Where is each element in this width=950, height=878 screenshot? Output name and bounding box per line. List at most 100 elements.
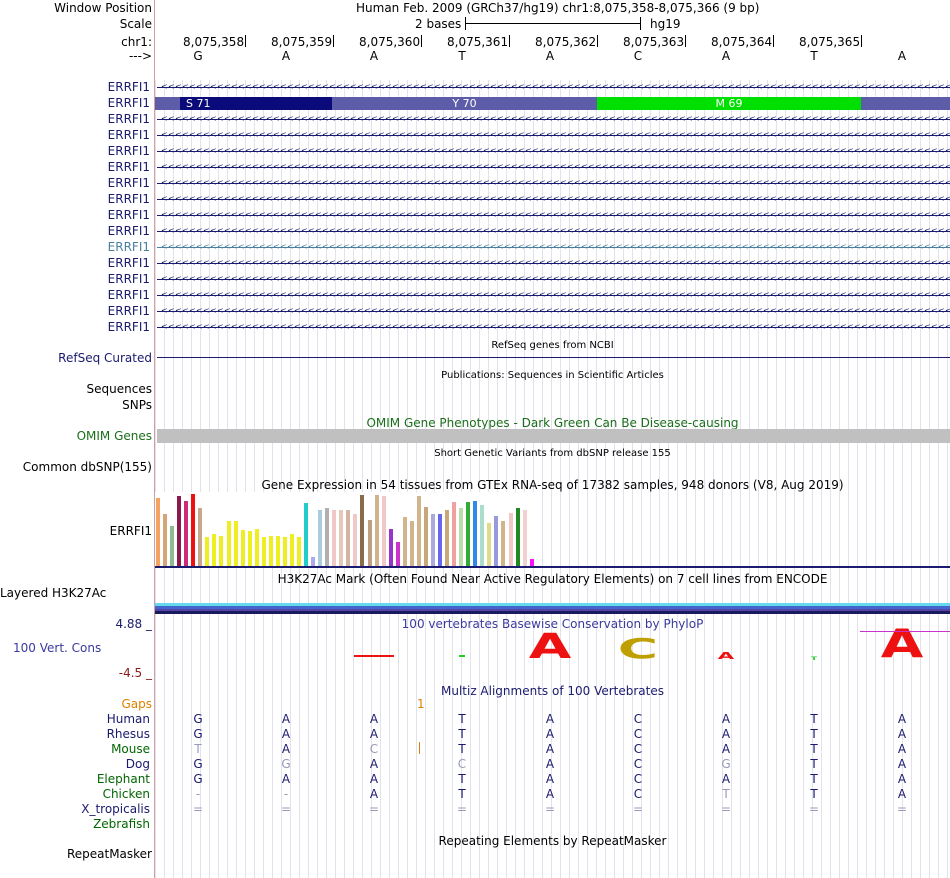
omim-label[interactable]: OMIM Genes	[0, 429, 152, 444]
gaps-label[interactable]: Gaps	[0, 697, 152, 712]
gtex-tissue-bar[interactable]	[254, 529, 259, 566]
gtex-tissue-bar[interactable]	[170, 526, 175, 566]
gtex-tissue-bar[interactable]	[367, 520, 372, 566]
gtex-tissue-bar[interactable]	[452, 502, 457, 566]
gtex-tissue-bar[interactable]	[261, 537, 266, 566]
gtex-tissue-bar[interactable]	[219, 536, 224, 566]
intron-line[interactable]: < < < < < < < < < < < < < < < < < < < < < < < < < < < < < < < < < < < < < < < <…	[157, 147, 950, 155]
refseq-line[interactable]	[157, 357, 950, 358]
gtex-tissue-bar[interactable]	[395, 542, 400, 566]
snps-label[interactable]: SNPs	[0, 398, 152, 413]
gtex-tissue-bar[interactable]	[353, 514, 358, 566]
gtex-tissue-bar[interactable]	[156, 498, 160, 566]
gtex-tissue-bar[interactable]	[304, 503, 308, 566]
gtex-tissue-bar[interactable]	[226, 521, 231, 566]
gtex-tissue-bar[interactable]	[318, 510, 323, 566]
phylop-logo-track[interactable]: ACATA	[155, 625, 950, 664]
gtex-tissue-bar[interactable]	[430, 514, 435, 566]
gencode-gene-label[interactable]: ERRFI1	[108, 304, 150, 319]
intron-line[interactable]: < < < < < < < < < < < < < < < < < < < < < < < < < < < < < < < < < < < < < < < <…	[157, 243, 950, 251]
gtex-tissue-bar[interactable]	[529, 559, 534, 566]
gtex-tissue-bar[interactable]	[240, 530, 245, 566]
gtex-tissue-bar[interactable]	[332, 510, 337, 566]
species-label[interactable]: Elephant	[97, 772, 150, 787]
gtex-tissue-bar[interactable]	[247, 531, 252, 566]
gencode-gene-label[interactable]: ERRFI1	[108, 128, 150, 143]
gtex-tissue-bar[interactable]	[282, 537, 287, 566]
gtex-gene-label[interactable]: ERRFI1	[0, 524, 152, 539]
intron-line[interactable]: < < < < < < < < < < < < < < < < < < < < < < < < < < < < < < < < < < < < < < < <…	[157, 307, 950, 315]
species-label[interactable]: Mouse	[111, 742, 150, 757]
intron-line[interactable]: < < < < < < < < < < < < < < < < < < < < < < < < < < < < < < < < < < < < < < < <…	[157, 115, 950, 123]
gtex-tissue-bar[interactable]	[381, 496, 386, 566]
intron-line[interactable]: < < < < < < < < < < < < < < < < < < < < < < < < < < < < < < < < < < < < < < < <…	[157, 291, 950, 299]
intron-line[interactable]: < < < < < < < < < < < < < < < < < < < < < < < < < < < < < < < < < < < < < < < <…	[157, 227, 950, 235]
intron-line[interactable]: < < < < < < < < < < < < < < < < < < < < < < < < < < < < < < < < < < < < < < < <…	[157, 323, 950, 331]
gtex-tissue-bar[interactable]	[297, 537, 301, 566]
gtex-tissue-bar[interactable]	[268, 536, 273, 566]
gencode-gene-label[interactable]: ERRFI1	[108, 96, 150, 111]
cons-track-label[interactable]: 100 Vert. Cons	[13, 641, 101, 656]
gtex-tissue-bar[interactable]	[501, 521, 506, 566]
gtex-tissue-bar[interactable]	[494, 516, 499, 566]
gtex-tissue-bar[interactable]	[177, 496, 182, 566]
gencode-gene-label[interactable]: ERRFI1	[108, 256, 150, 271]
gtex-tissue-bar[interactable]	[198, 508, 203, 566]
gtex-tissue-bar[interactable]	[522, 510, 527, 566]
refseq-label[interactable]: RefSeq Curated	[0, 351, 152, 366]
gtex-tissue-bar[interactable]	[191, 494, 196, 566]
gencode-gene-label[interactable]: ERRFI1	[108, 112, 150, 127]
gtex-tissue-bar[interactable]	[289, 534, 294, 566]
gtex-tissue-bar[interactable]	[346, 510, 351, 566]
coding-exon-bar[interactable]: S 71 Y 70 M 69	[155, 97, 950, 110]
gencode-gene-label[interactable]: ERRFI1	[108, 144, 150, 159]
common-dbsnp-label[interactable]: Common dbSNP(155)	[0, 460, 152, 475]
gtex-tissue-bar[interactable]	[416, 496, 421, 566]
intron-line[interactable]: < < < < < < < < < < < < < < < < < < < < < < < < < < < < < < < < < < < < < < < <…	[157, 83, 950, 91]
gtex-tissue-bar[interactable]	[402, 517, 407, 566]
gtex-tissue-bar[interactable]	[388, 529, 393, 566]
sequences-label[interactable]: Sequences	[0, 382, 152, 397]
gencode-gene-label[interactable]: ERRFI1	[108, 320, 150, 335]
gtex-tissue-bar[interactable]	[233, 521, 238, 566]
intron-line[interactable]: < < < < < < < < < < < < < < < < < < < < < < < < < < < < < < < < < < < < < < < <…	[157, 259, 950, 267]
species-label[interactable]: Human	[107, 712, 150, 727]
gtex-tissue-bar[interactable]	[325, 508, 330, 566]
gencode-gene-label[interactable]: ERRFI1	[108, 272, 150, 287]
intron-line[interactable]: < < < < < < < < < < < < < < < < < < < < < < < < < < < < < < < < < < < < < < < <…	[157, 211, 950, 219]
omim-gene-band[interactable]	[157, 429, 950, 443]
gtex-tissue-bar[interactable]	[339, 510, 344, 566]
gtex-tissue-bar[interactable]	[438, 514, 442, 566]
gtex-tissue-bar[interactable]	[163, 514, 168, 566]
gtex-tissue-bar[interactable]	[360, 495, 365, 566]
intron-line[interactable]: < < < < < < < < < < < < < < < < < < < < < < < < < < < < < < < < < < < < < < < <…	[157, 195, 950, 203]
intron-line[interactable]: < < < < < < < < < < < < < < < < < < < < < < < < < < < < < < < < < < < < < < < <…	[157, 275, 950, 283]
gtex-tissue-bar[interactable]	[205, 537, 210, 566]
gtex-tissue-bar[interactable]	[466, 502, 471, 566]
gtex-tissue-bar[interactable]	[515, 508, 520, 566]
gtex-tissue-bar[interactable]	[212, 534, 217, 566]
species-label[interactable]: Zebrafish	[93, 817, 150, 832]
species-label[interactable]: Chicken	[103, 787, 150, 802]
layered-h3k27ac-label[interactable]: Layered H3K27Ac	[0, 586, 106, 601]
species-label[interactable]: Rhesus	[107, 727, 150, 742]
gtex-tissue-bar[interactable]	[487, 523, 492, 566]
gtex-tissue-bar[interactable]	[311, 557, 316, 566]
gencode-gene-label[interactable]: ERRFI1	[108, 80, 150, 95]
intron-line[interactable]: < < < < < < < < < < < < < < < < < < < < < < < < < < < < < < < < < < < < < < < <…	[157, 179, 950, 187]
gtex-tissue-bar[interactable]	[409, 521, 414, 566]
gencode-gene-label[interactable]: ERRFI1	[108, 224, 150, 239]
intron-line[interactable]: < < < < < < < < < < < < < < < < < < < < < < < < < < < < < < < < < < < < < < < <…	[157, 131, 950, 139]
gtex-tissue-bar[interactable]	[473, 501, 478, 566]
gtex-tissue-bar[interactable]	[374, 495, 379, 566]
gencode-gene-label[interactable]: ERRFI1	[108, 160, 150, 175]
gtex-tissue-bar[interactable]	[480, 505, 485, 566]
gtex-tissue-bar[interactable]	[445, 510, 450, 566]
gencode-gene-label[interactable]: ERRFI1	[108, 240, 150, 255]
gtex-tissue-bar[interactable]	[508, 513, 513, 566]
gencode-gene-label[interactable]: ERRFI1	[108, 192, 150, 207]
gencode-gene-label[interactable]: ERRFI1	[108, 176, 150, 191]
species-label[interactable]: X_tropicalis	[81, 802, 150, 817]
gtex-tissue-bar[interactable]	[423, 507, 428, 566]
gencode-gene-label[interactable]: ERRFI1	[108, 288, 150, 303]
